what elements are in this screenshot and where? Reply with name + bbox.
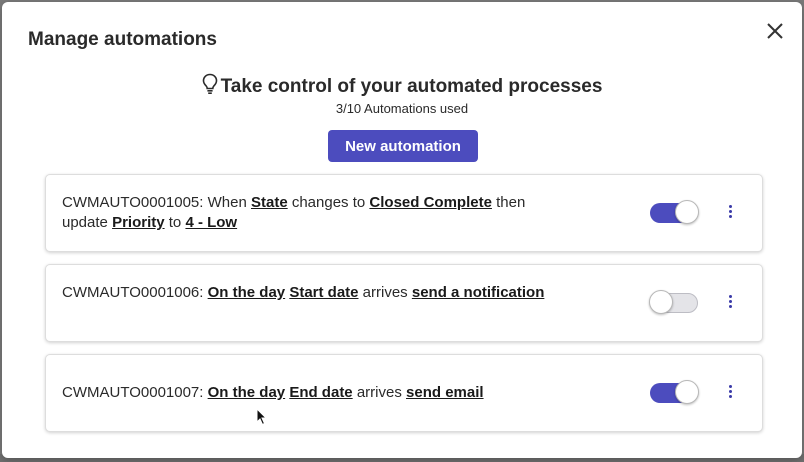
value-link[interactable]: Closed Complete xyxy=(369,194,492,211)
text-segment: When xyxy=(207,194,247,211)
close-button[interactable] xyxy=(762,18,788,44)
mouse-pointer-icon xyxy=(256,407,268,431)
target-value-link[interactable]: 4 - Low xyxy=(185,214,237,231)
lightbulb-icon xyxy=(202,73,218,101)
automation-card: CWMAUTO0001007: On the day End date arri… xyxy=(45,354,763,432)
close-icon xyxy=(767,23,783,39)
automation-card: CWMAUTO0001006: On the day Start date ar… xyxy=(45,264,763,342)
enable-toggle[interactable] xyxy=(649,290,698,314)
text-segment: arrives xyxy=(356,384,402,401)
toggle-knob xyxy=(675,200,699,224)
toggle-knob xyxy=(649,290,673,314)
text-segment: arrives xyxy=(362,284,408,301)
more-options-icon[interactable] xyxy=(724,203,736,223)
automation-id: CWMAUTO0001005: xyxy=(62,194,204,211)
automation-description: CWMAUTO0001007: On the day End date arri… xyxy=(62,383,552,403)
timing-link[interactable]: On the day xyxy=(208,384,286,401)
headline-text: Take control of your automated processes xyxy=(220,76,603,97)
field-link[interactable]: End date xyxy=(289,384,352,401)
field-link[interactable]: State xyxy=(251,194,288,211)
field-link[interactable]: Start date xyxy=(289,284,358,301)
automation-id: CWMAUTO0001007: xyxy=(62,384,204,401)
timing-link[interactable]: On the day xyxy=(208,284,286,301)
toggle-knob xyxy=(675,380,699,404)
more-options-icon[interactable] xyxy=(724,293,736,313)
new-automation-button[interactable]: New automation xyxy=(328,130,478,162)
usage-counter: 3/10 Automations used xyxy=(335,101,469,116)
enable-toggle[interactable] xyxy=(650,200,699,224)
manage-automations-dialog: Manage automations Take control of your … xyxy=(2,2,802,458)
automation-description: CWMAUTO0001005: When State changes to Cl… xyxy=(62,193,552,233)
text-segment: changes to xyxy=(291,194,366,211)
action-link[interactable]: send email xyxy=(406,384,484,401)
text-segment: then xyxy=(496,194,526,211)
more-options-icon[interactable] xyxy=(724,383,736,403)
text-segment: to xyxy=(168,214,182,231)
action-link[interactable]: send a notification xyxy=(412,284,545,301)
automation-card: CWMAUTO0001005: When State changes to Cl… xyxy=(45,174,763,252)
target-field-link[interactable]: Priority xyxy=(112,214,165,231)
headline: Take control of your automated processes xyxy=(2,73,802,101)
enable-toggle[interactable] xyxy=(650,380,699,404)
dialog-title: Manage automations xyxy=(28,29,217,50)
automation-description: CWMAUTO0001006: On the day Start date ar… xyxy=(62,283,552,303)
automation-id: CWMAUTO0001006: xyxy=(62,284,204,301)
text-segment: update xyxy=(62,214,108,231)
